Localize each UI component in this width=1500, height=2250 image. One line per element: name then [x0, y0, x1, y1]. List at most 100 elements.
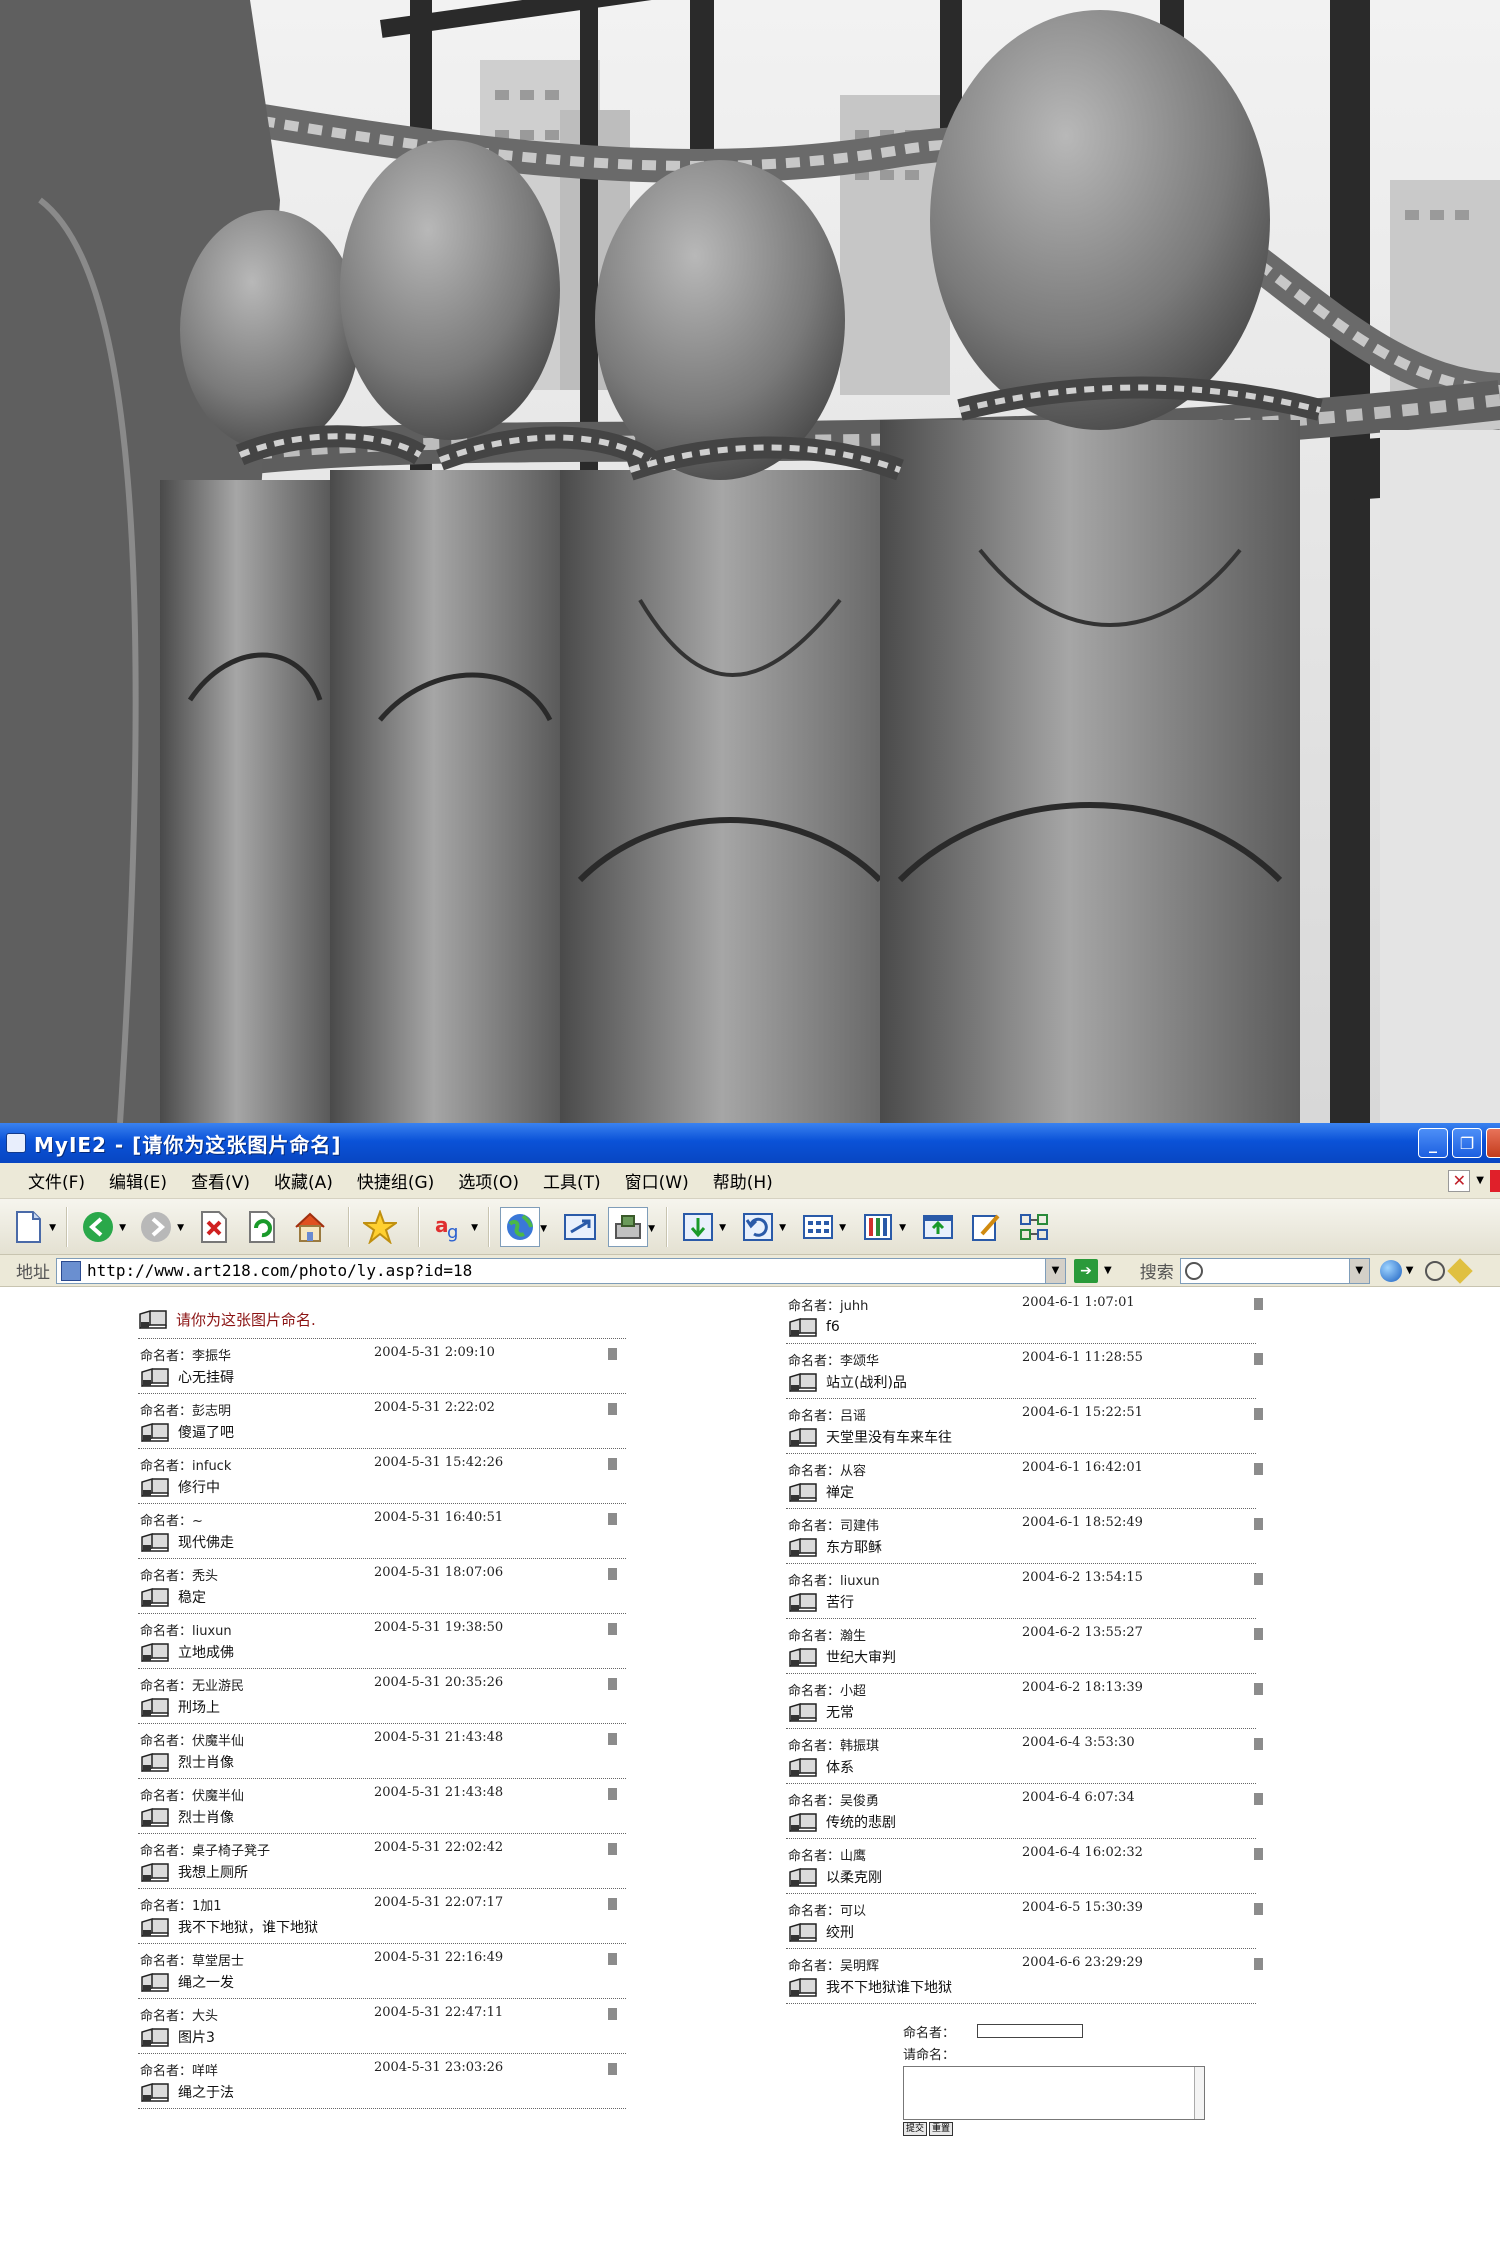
search-icon — [1184, 1261, 1203, 1280]
edit-note-icon[interactable] — [966, 1207, 1006, 1247]
delete-marker-icon[interactable] — [1254, 1298, 1263, 1310]
entry-date: 2004-6-1 15:22:51 — [1022, 1405, 1143, 1420]
menu-view[interactable]: 查看(V) — [191, 1168, 250, 1193]
undo-close-icon[interactable]: ▼ — [738, 1207, 786, 1247]
search-input[interactable]: ▼ — [1179, 1257, 1370, 1284]
delete-marker-icon[interactable] — [608, 1568, 617, 1580]
delete-marker-icon[interactable] — [1254, 1683, 1263, 1695]
columns-icon[interactable]: ▼ — [858, 1207, 906, 1247]
home-icon[interactable] — [290, 1207, 330, 1247]
book-icon — [141, 1642, 169, 1663]
page-heading-row: 请你为这张图片命名. — [138, 1289, 626, 1339]
highlight-icon[interactable] — [1447, 1257, 1474, 1284]
author-input[interactable] — [977, 2024, 1084, 2038]
delete-marker-icon[interactable] — [1254, 1958, 1263, 1970]
new-page-icon[interactable]: ▼ — [8, 1207, 56, 1247]
menu-options[interactable]: 选项(O) — [458, 1168, 519, 1193]
menu-tools[interactable]: 工具(T) — [543, 1168, 601, 1193]
entry-author: 命名者：大头 — [140, 2009, 219, 2024]
delete-marker-icon[interactable] — [608, 1733, 617, 1745]
delete-marker-icon[interactable] — [1254, 1628, 1263, 1640]
delete-marker-icon[interactable] — [1254, 1903, 1263, 1915]
translate-icon[interactable]: ag ▼ — [430, 1207, 478, 1247]
download-icon[interactable]: ▼ — [678, 1207, 726, 1247]
close-tab-icon[interactable]: ✕ — [1448, 1169, 1471, 1192]
menu-favorites[interactable]: 收藏(A) — [274, 1168, 333, 1193]
list-item: 命名者：草堂居士 2004-5-31 22:16:49 绳之一发 — [138, 1944, 626, 1999]
delete-marker-icon[interactable] — [1254, 1518, 1263, 1530]
list-item: 命名者：大头 2004-5-31 22:47:11 图片3 — [138, 1999, 626, 2054]
minimize-button[interactable]: _ — [1418, 1128, 1448, 1158]
delete-marker-icon[interactable] — [1254, 1463, 1263, 1475]
list-item: 命名者：吕谣 2004-6-1 15:22:51 天堂里没有车来车往 — [786, 1399, 1263, 1454]
close-button[interactable] — [1486, 1128, 1500, 1158]
address-dropdown-icon[interactable]: ▼ — [1045, 1258, 1065, 1283]
refresh-icon[interactable] — [242, 1207, 282, 1247]
entry-author: 命名者：草堂居士 — [140, 1954, 245, 1969]
delete-marker-icon[interactable] — [608, 1678, 617, 1690]
entry-author: 命名者：可以 — [788, 1904, 867, 1919]
entry-date: 2004-6-1 18:52:49 — [1022, 1515, 1143, 1530]
delete-marker-icon[interactable] — [608, 2063, 617, 2075]
fullscreen-icon[interactable] — [918, 1207, 958, 1247]
menu-groups[interactable]: 快捷组(G) — [357, 1168, 434, 1193]
delete-marker-icon[interactable] — [608, 1623, 617, 1635]
delete-marker-icon[interactable] — [608, 1458, 617, 1470]
delete-marker-icon[interactable] — [608, 1898, 617, 1910]
go-arrow-icon[interactable]: ➔ — [1074, 1258, 1098, 1283]
entry-author: 命名者：瀚生 — [788, 1629, 867, 1644]
restore-button[interactable]: ❐ — [1452, 1128, 1482, 1158]
entry-author: 命名者：~ — [140, 1514, 203, 1529]
stop-icon[interactable] — [194, 1207, 234, 1247]
menu-help[interactable]: 帮助(H) — [713, 1168, 773, 1193]
delete-marker-icon[interactable] — [608, 1953, 617, 1965]
delete-marker-icon[interactable] — [608, 1513, 617, 1525]
statue-photo — [0, 0, 1500, 1123]
menu-edit[interactable]: 编辑(E) — [109, 1168, 167, 1193]
address-label: 地址 — [16, 1263, 50, 1283]
delete-marker-icon[interactable] — [608, 1403, 617, 1415]
proxy-icon[interactable]: ▼ — [608, 1206, 655, 1247]
search-dropdown-icon[interactable]: ▼ — [1348, 1258, 1369, 1283]
address-input[interactable]: http://www.art218.com/photo/ly.asp?id=18… — [56, 1257, 1066, 1284]
entry-name: 图片3 — [140, 2026, 215, 2048]
address-url[interactable]: http://www.art218.com/photo/ly.asp?id=18 — [87, 1261, 472, 1280]
back-icon[interactable]: ▼ — [78, 1207, 126, 1247]
textarea-scrollbar[interactable] — [1194, 2067, 1204, 2119]
list-item: 命名者：李颂华 2004-6-1 11:28:55 站立(战利)品 — [786, 1344, 1263, 1399]
menu-window[interactable]: 窗口(W) — [625, 1168, 689, 1193]
delete-marker-icon[interactable] — [608, 1843, 617, 1855]
delete-marker-icon[interactable] — [608, 1348, 617, 1360]
delete-marker-icon[interactable] — [608, 2008, 617, 2020]
list-item: 命名者：liuxun 2004-6-2 13:54:15 苦行 — [786, 1564, 1263, 1619]
engine-dropdown-icon[interactable]: ▼ — [1406, 1265, 1414, 1276]
delete-marker-icon[interactable] — [1254, 1408, 1263, 1420]
favorites-star-icon[interactable] — [360, 1207, 400, 1247]
find-icon[interactable] — [1425, 1260, 1446, 1281]
reset-button[interactable]: 重置 — [929, 2122, 954, 2136]
search-engine-globe-icon[interactable] — [1379, 1259, 1402, 1282]
entry-name: 天堂里没有车来车往 — [788, 1426, 952, 1448]
list-item: 命名者：司建伟 2004-6-1 18:52:49 东方耶稣 — [786, 1509, 1263, 1564]
entry-author: 命名者：infuck — [140, 1459, 232, 1474]
delete-marker-icon[interactable] — [1254, 1793, 1263, 1805]
forward-icon[interactable]: ▼ — [136, 1207, 184, 1247]
internet-globe-icon[interactable]: ▼ — [500, 1206, 547, 1247]
book-icon — [141, 1587, 169, 1608]
tile-windows-icon[interactable]: ▼ — [798, 1207, 846, 1247]
arrange-icon[interactable] — [1014, 1207, 1054, 1247]
list-item: 命名者：吴明辉 2004-6-6 23:29:29 我不下地狱谁下地狱 — [786, 1949, 1263, 2004]
close-all-icon[interactable] — [1490, 1169, 1500, 1192]
switch-window-icon[interactable] — [560, 1207, 600, 1247]
delete-marker-icon[interactable] — [1254, 1573, 1263, 1585]
name-textarea[interactable] — [903, 2066, 1205, 2120]
menu-file[interactable]: 文件(F) — [28, 1168, 85, 1193]
delete-marker-icon[interactable] — [608, 1788, 617, 1800]
delete-marker-icon[interactable] — [1254, 1738, 1263, 1750]
delete-marker-icon[interactable] — [1254, 1848, 1263, 1860]
submit-button[interactable]: 提交 — [903, 2122, 928, 2136]
chevron-down-icon[interactable]: ▼ — [1476, 1175, 1484, 1186]
go-dropdown-icon[interactable]: ▼ — [1104, 1265, 1112, 1276]
delete-marker-icon[interactable] — [1254, 1353, 1263, 1365]
book-icon — [141, 1422, 169, 1443]
